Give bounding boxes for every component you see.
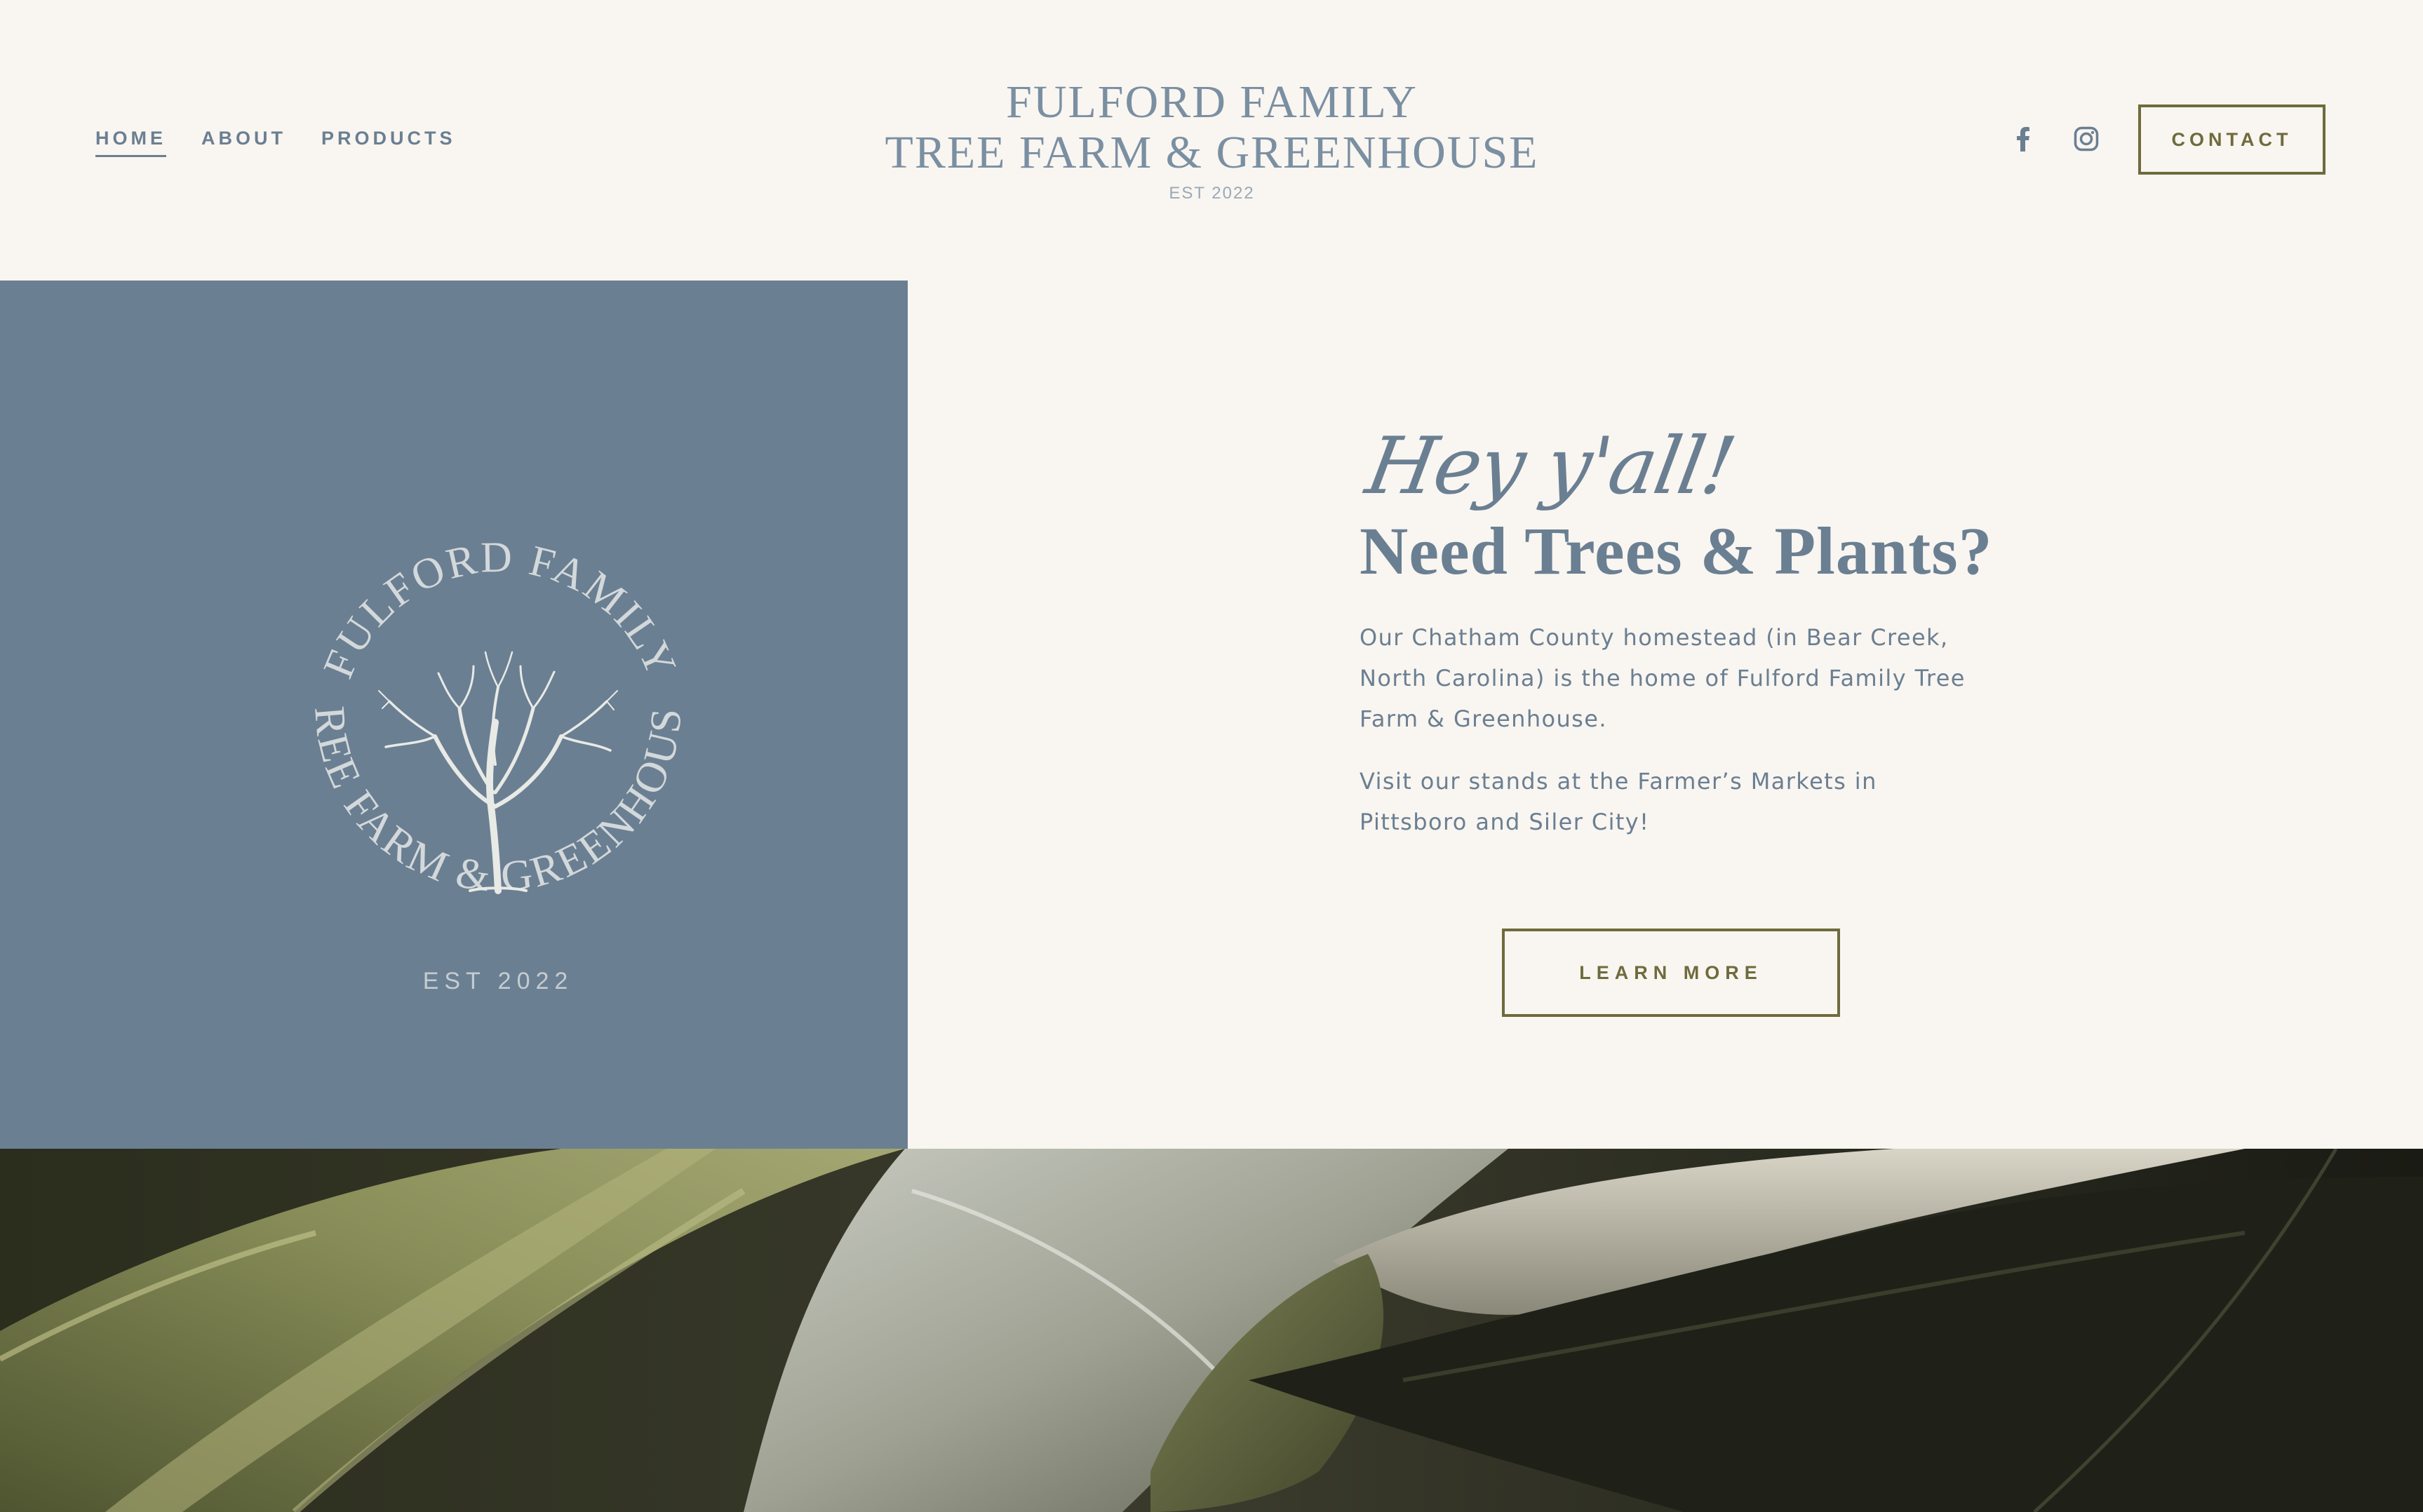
site-logo[interactable]: FULFORD FAMILY TREE FARM & GREENHOUSE ES…	[807, 77, 1617, 203]
hero-image-panel: FULFORD FAMILY TREE FARM & GREENHOUSE	[0, 281, 908, 1149]
nav-home[interactable]: HOME	[95, 128, 166, 157]
nav-products[interactable]: PRODUCTS	[321, 128, 456, 157]
logo-line-2: TREE FARM & GREENHOUSE	[885, 127, 1539, 178]
emblem-est: EST 2022	[423, 968, 574, 994]
nav-about[interactable]: ABOUT	[201, 128, 286, 157]
hero-content: Hey y'all! Need Trees & Plants? Our Chat…	[908, 281, 2423, 1149]
logo-line-1: FULFORD FAMILY	[1006, 76, 1418, 128]
instagram-icon[interactable]	[2071, 123, 2102, 154]
main-nav: HOME ABOUT PRODUCTS	[95, 128, 456, 157]
learn-more-button[interactable]: LEARN MORE	[1502, 929, 1840, 1017]
contact-button[interactable]: CONTACT	[2138, 104, 2325, 175]
site-header: HOME ABOUT PRODUCTS FULFORD FAMILY TREE …	[0, 0, 2423, 281]
facebook-icon[interactable]	[2008, 123, 2039, 154]
hero-paragraph-1: Our Chatham County homestead (in Bear Cr…	[1360, 624, 1966, 732]
leaf-photo	[0, 1149, 2423, 1512]
hero-greeting: Hey y'all!	[1360, 421, 1741, 512]
hero-paragraph-2: Visit our stands at the Farmer’s Markets…	[1360, 768, 1877, 835]
farm-emblem: FULFORD FAMILY TREE FARM & GREENHOUSE	[260, 372, 689, 994]
leaf-photo-section	[0, 1149, 2423, 1512]
hero-headline: Need Trees & Plants?	[1360, 513, 1993, 588]
logo-est: EST 2022	[1169, 184, 1255, 203]
emblem-top-text: FULFORD FAMILY	[314, 534, 686, 685]
